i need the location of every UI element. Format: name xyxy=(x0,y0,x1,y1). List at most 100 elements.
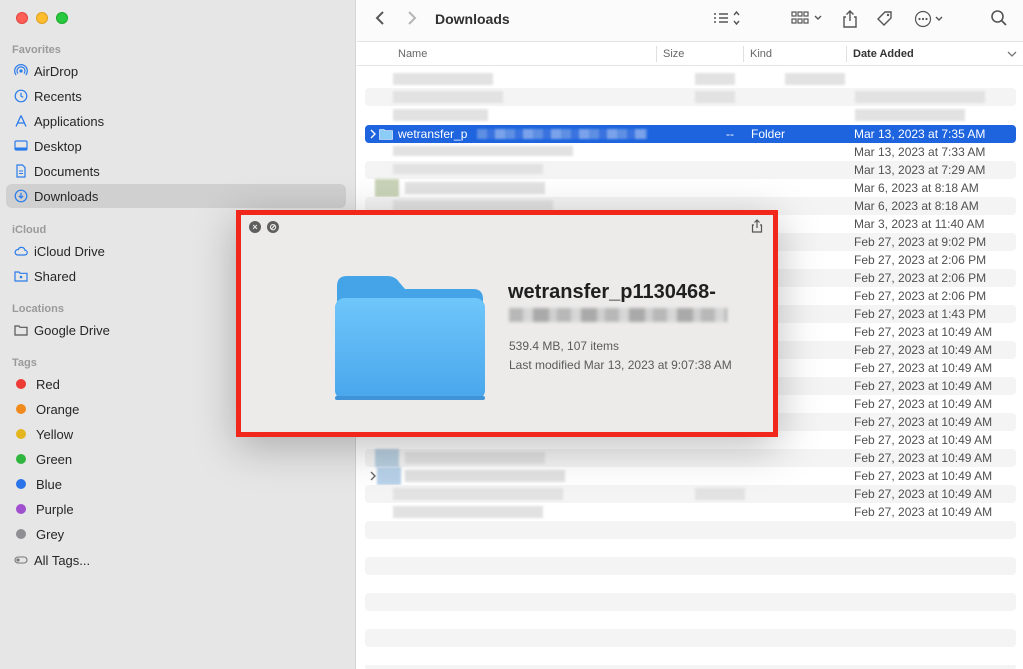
view-list-button[interactable] xyxy=(712,9,742,27)
search-icon xyxy=(991,10,1007,26)
ellipsis-icon xyxy=(914,10,943,28)
empty-row xyxy=(365,665,1016,669)
list-item[interactable]: Feb 27, 2023 at 10:49 AM xyxy=(365,485,1016,503)
list-item[interactable]: Mar 13, 2023 at 7:33 AM xyxy=(365,143,1016,161)
disclosure-triangle-icon[interactable] xyxy=(369,471,377,481)
sidebar-item-desktop[interactable]: Desktop xyxy=(6,134,346,158)
quick-look-controls: × ⊘ xyxy=(249,221,279,233)
cloud-icon xyxy=(14,244,28,258)
file-date-added: Mar 6, 2023 at 8:18 AM xyxy=(854,199,979,213)
file-date-added: Feb 27, 2023 at 10:49 AM xyxy=(854,415,993,429)
column-name[interactable]: Name xyxy=(398,48,427,60)
sidebar-item-recents[interactable]: Recents xyxy=(6,84,346,108)
sidebar-item-applications[interactable]: Applications xyxy=(6,109,346,133)
sidebar-item-label: Recents xyxy=(34,88,82,104)
empty-row xyxy=(365,557,1016,575)
airdrop-icon xyxy=(14,64,28,78)
sidebar-item-documents[interactable]: Documents xyxy=(6,159,346,183)
file-date-added: Mar 13, 2023 at 7:29 AM xyxy=(854,163,986,177)
quick-look-modified: Last modified Mar 13, 2023 at 9:07:38 AM xyxy=(509,358,732,372)
file-date-added: Feb 27, 2023 at 10:49 AM xyxy=(854,325,993,339)
column-divider[interactable] xyxy=(743,46,744,62)
column-divider[interactable] xyxy=(846,46,847,62)
empty-row xyxy=(365,593,1016,611)
file-date-added: Feb 27, 2023 at 10:49 AM xyxy=(854,433,993,447)
quick-look-share-button[interactable] xyxy=(751,219,763,236)
file-date-added: Feb 27, 2023 at 1:43 PM xyxy=(854,307,987,321)
file-date-added: Feb 27, 2023 at 2:06 PM xyxy=(854,253,987,267)
drive-icon xyxy=(14,323,28,337)
grid-view-icon xyxy=(791,11,822,24)
sidebar-item-airdrop[interactable]: AirDrop xyxy=(6,59,346,83)
file-date-added: Feb 27, 2023 at 10:49 AM xyxy=(854,487,993,501)
list-item[interactable]: Feb 27, 2023 at 10:49 AM xyxy=(365,449,1016,467)
sidebar-item-label: Green xyxy=(36,451,73,467)
file-date-added: Feb 27, 2023 at 10:49 AM xyxy=(854,397,993,411)
group-by-button[interactable] xyxy=(790,9,824,27)
tag-color-dot xyxy=(16,454,26,464)
download-icon xyxy=(14,189,28,203)
share-button[interactable] xyxy=(842,9,858,29)
tag-icon xyxy=(877,11,892,26)
list-item[interactable]: Feb 27, 2023 at 10:49 AM xyxy=(365,467,1016,485)
sidebar-tag-purple[interactable]: Purple xyxy=(6,497,346,521)
forward-button[interactable] xyxy=(405,9,419,27)
tag-color-dot xyxy=(16,479,26,489)
close-window-button[interactable] xyxy=(16,12,28,24)
tags-button[interactable] xyxy=(875,9,895,29)
quick-look-panel: × ⊘ wetransfer_p1130468- 539.4 MB, 107 i… xyxy=(236,210,778,437)
file-date-added: Feb 27, 2023 at 10:49 AM xyxy=(854,505,993,519)
column-date-added[interactable]: Date Added xyxy=(853,48,914,60)
tags-header: Tags xyxy=(12,357,37,369)
full-screen-quick-look-button[interactable]: ⊘ xyxy=(267,221,279,233)
close-quick-look-button[interactable]: × xyxy=(249,221,261,233)
back-button[interactable] xyxy=(373,9,387,27)
sidebar-tag-green[interactable]: Green xyxy=(6,447,346,471)
locations-header: Locations xyxy=(12,303,64,315)
file-date-added: Feb 27, 2023 at 10:49 AM xyxy=(854,451,993,465)
window-controls xyxy=(16,12,68,24)
file-size: -- xyxy=(726,127,734,141)
sidebar-item-label: Downloads xyxy=(34,188,99,204)
sidebar-tag-grey[interactable]: Grey xyxy=(6,522,346,546)
toolbar: Downloads xyxy=(357,0,1023,42)
file-date-added: Feb 27, 2023 at 10:49 AM xyxy=(854,469,993,483)
file-date-added: Feb 27, 2023 at 9:02 PM xyxy=(854,235,987,249)
sidebar-item-label: Desktop xyxy=(34,138,82,154)
search-button[interactable] xyxy=(990,9,1008,27)
sort-chevron-icon xyxy=(1007,51,1017,57)
sidebar-item-label: Yellow xyxy=(36,426,74,442)
file-date-added: Mar 13, 2023 at 7:33 AM xyxy=(854,145,986,159)
folder-icon xyxy=(379,129,393,140)
window-title: Downloads xyxy=(435,11,510,27)
chevron-right-icon xyxy=(408,11,417,25)
list-item[interactable] xyxy=(365,106,1016,124)
list-item[interactable]: Mar 6, 2023 at 8:18 AM xyxy=(365,179,1016,197)
icloud-header: iCloud xyxy=(12,224,47,236)
list-item[interactable]: Feb 27, 2023 at 10:49 AM xyxy=(365,503,1016,521)
list-item[interactable] xyxy=(365,88,1016,106)
all-tags-icon xyxy=(14,553,28,567)
sidebar-all-tags[interactable]: All Tags... xyxy=(6,548,346,572)
minimize-window-button[interactable] xyxy=(36,12,48,24)
desktop-icon xyxy=(14,139,28,153)
empty-row xyxy=(365,521,1016,539)
sidebar-item-label: Shared xyxy=(34,268,76,284)
list-item[interactable] xyxy=(365,70,1016,88)
zoom-window-button[interactable] xyxy=(56,12,68,24)
sidebar-item-label: Orange xyxy=(36,401,80,417)
file-date-added: Feb 27, 2023 at 10:49 AM xyxy=(854,379,993,393)
sidebar-tag-blue[interactable]: Blue xyxy=(6,472,346,496)
tag-color-dot xyxy=(16,404,26,414)
more-actions-button[interactable] xyxy=(914,9,948,29)
selected-list-item[interactable]: wetransfer_p -- Folder Mar 13, 2023 at 7… xyxy=(365,125,1016,143)
column-size[interactable]: Size xyxy=(663,48,684,60)
disclosure-triangle-icon[interactable] xyxy=(369,129,377,139)
chevron-left-icon xyxy=(375,11,384,25)
list-item[interactable]: Mar 13, 2023 at 7:29 AM xyxy=(365,161,1016,179)
list-view-icon xyxy=(714,10,740,26)
column-kind[interactable]: Kind xyxy=(750,48,772,60)
sidebar-item-downloads[interactable]: Downloads xyxy=(6,184,346,208)
column-divider[interactable] xyxy=(656,46,657,62)
sidebar-item-label: AirDrop xyxy=(34,63,79,79)
